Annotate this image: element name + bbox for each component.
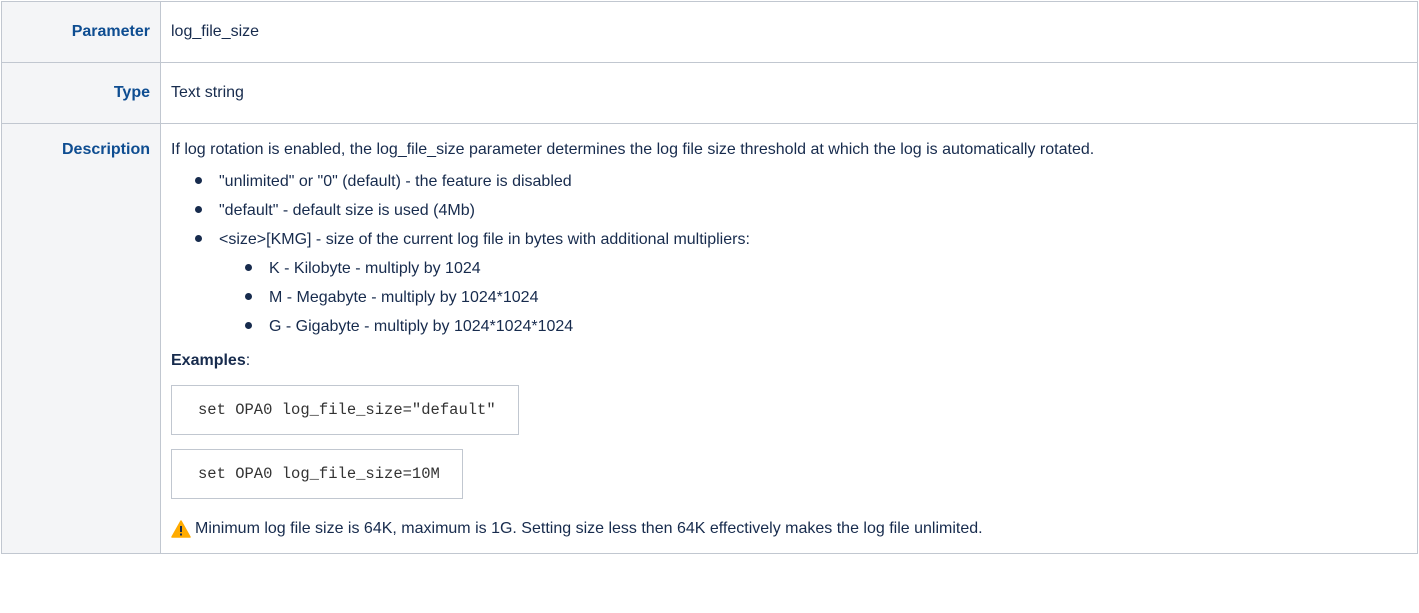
note: Minimum log file size is 64K, maximum is… — [171, 519, 1407, 539]
row-description: Description If log rotation is enabled, … — [1, 123, 1418, 554]
sub-list-item: G - Gigabyte - multiply by 1024*1024*102… — [245, 317, 1407, 337]
multiplier-list: K - Kilobyte - multiply by 1024 M - Mega… — [219, 259, 1407, 337]
type-value: Text string — [160, 62, 1418, 124]
row-parameter: Parameter log_file_size — [1, 1, 1418, 63]
parameter-table: Parameter log_file_size Type Text string… — [1, 1, 1418, 554]
list-item-text: <size>[KMG] - size of the current log fi… — [219, 231, 750, 248]
code-example-wrapper: set OPA0 log_file_size=10M — [171, 449, 1407, 513]
description-cell: If log rotation is enabled, the log_file… — [160, 123, 1418, 554]
examples-colon: : — [245, 352, 251, 369]
description-intro: If log rotation is enabled, the log_file… — [171, 141, 1095, 158]
option-list: "unlimited" or "0" (default) - the featu… — [171, 172, 1407, 337]
type-label: Type — [1, 62, 161, 124]
code-example: set OPA0 log_file_size=10M — [171, 449, 463, 499]
note-text: Minimum log file size is 64K, maximum is… — [195, 520, 983, 537]
parameter-value: log_file_size — [160, 1, 1418, 63]
sub-list-item: K - Kilobyte - multiply by 1024 — [245, 259, 1407, 279]
examples-label: Examples — [171, 352, 246, 369]
row-type: Type Text string — [1, 62, 1418, 124]
list-item: "unlimited" or "0" (default) - the featu… — [195, 172, 1407, 192]
warning-icon — [171, 520, 191, 538]
list-item: <size>[KMG] - size of the current log fi… — [195, 230, 1407, 337]
parameter-label: Parameter — [1, 1, 161, 63]
description-label: Description — [1, 123, 161, 554]
code-example: set OPA0 log_file_size="default" — [171, 385, 519, 435]
code-example-wrapper: set OPA0 log_file_size="default" — [171, 385, 1407, 449]
sub-list-item: M - Megabyte - multiply by 1024*1024 — [245, 288, 1407, 308]
list-item: "default" - default size is used (4Mb) — [195, 201, 1407, 221]
examples-heading: Examples: — [171, 351, 1407, 371]
